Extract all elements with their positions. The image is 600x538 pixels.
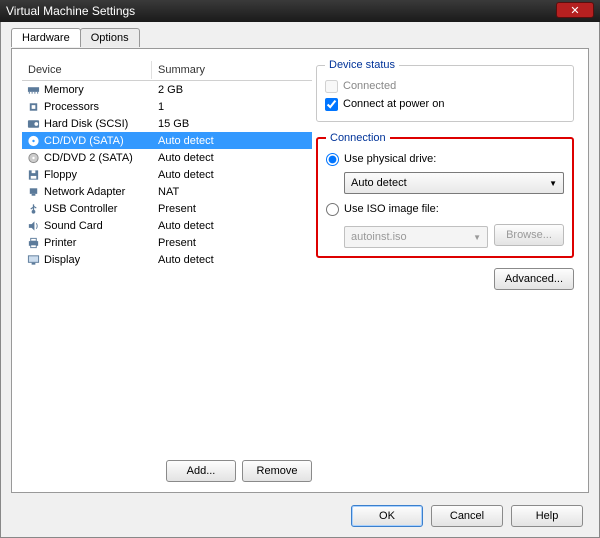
cancel-button[interactable]: Cancel (431, 505, 503, 527)
display-icon (26, 254, 40, 266)
usb-icon (26, 203, 40, 215)
cpu-icon (26, 101, 40, 113)
printer-icon (26, 237, 40, 249)
device-row[interactable]: CD/DVD 2 (SATA) Auto detect (22, 149, 312, 166)
client-area: Hardware Options Device Summary Memory 2 … (0, 22, 600, 538)
close-icon: ✕ (570, 4, 579, 17)
physical-drive-dropdown[interactable]: Auto detect ▼ (344, 172, 564, 194)
remove-button[interactable]: Remove (242, 460, 312, 482)
iso-radio[interactable] (326, 203, 339, 216)
device-row[interactable]: Sound Card Auto detect (22, 217, 312, 234)
connected-checkbox (325, 80, 338, 93)
device-row[interactable]: Processors 1 (22, 98, 312, 115)
close-button[interactable]: ✕ (556, 2, 594, 18)
device-summary: Auto detect (152, 220, 312, 232)
device-row[interactable]: Network Adapter NAT (22, 183, 312, 200)
device-summary: Present (152, 203, 312, 215)
device-status-group: Device status Connected Connect at power… (316, 59, 574, 122)
device-summary: Auto detect (152, 152, 312, 164)
window-title: Virtual Machine Settings (6, 4, 135, 18)
help-button[interactable]: Help (511, 505, 583, 527)
device-row[interactable]: CD/DVD (SATA) Auto detect (22, 132, 312, 149)
device-summary: 1 (152, 101, 312, 113)
device-summary: Present (152, 237, 312, 249)
tabstrip: Hardware Options (11, 28, 599, 47)
ok-button[interactable]: OK (351, 505, 423, 527)
physical-drive-row[interactable]: Use physical drive: (326, 150, 564, 168)
device-row[interactable]: Memory 2 GB (22, 81, 312, 98)
dialog-buttons: OK Cancel Help (351, 505, 583, 527)
device-detail-panel: Device status Connected Connect at power… (312, 59, 578, 482)
physical-drive-value: Auto detect (351, 177, 407, 189)
device-summary: Auto detect (152, 254, 312, 266)
connected-row[interactable]: Connected (325, 77, 565, 95)
browse-button: Browse... (494, 224, 564, 246)
col-summary[interactable]: Summary (152, 61, 312, 79)
chevron-down-icon: ▼ (473, 233, 481, 242)
poweron-label: Connect at power on (343, 98, 445, 110)
memory-icon (26, 84, 40, 96)
device-name: CD/DVD 2 (SATA) (44, 152, 133, 164)
device-summary: Auto detect (152, 169, 312, 181)
device-name: Memory (44, 84, 84, 96)
net-icon (26, 186, 40, 198)
device-row[interactable]: Printer Present (22, 234, 312, 251)
physical-drive-label: Use physical drive: (344, 153, 436, 165)
hdd-icon (26, 118, 40, 130)
device-name: Sound Card (44, 220, 103, 232)
device-name: Network Adapter (44, 186, 125, 198)
device-list-panel: Device Summary Memory 2 GB Processors 1 Hard… (22, 59, 312, 482)
iso-path-value: autoinst.iso (351, 231, 407, 243)
device-row[interactable]: Display Auto detect (22, 251, 312, 268)
poweron-checkbox[interactable] (325, 98, 338, 111)
titlebar[interactable]: Virtual Machine Settings ✕ (0, 0, 600, 22)
device-name: Floppy (44, 169, 77, 181)
advanced-button[interactable]: Advanced... (494, 268, 574, 290)
poweron-row[interactable]: Connect at power on (325, 95, 565, 113)
device-name: Hard Disk (SCSI) (44, 118, 128, 130)
device-name: Display (44, 254, 80, 266)
list-header: Device Summary (22, 59, 312, 81)
device-row[interactable]: Hard Disk (SCSI) 15 GB (22, 115, 312, 132)
tab-hardware[interactable]: Hardware (11, 28, 81, 47)
device-name: USB Controller (44, 203, 117, 215)
device-name: Processors (44, 101, 99, 113)
device-summary: 15 GB (152, 118, 312, 130)
physical-drive-radio[interactable] (326, 153, 339, 166)
left-button-row: Add... Remove (22, 454, 312, 482)
connected-label: Connected (343, 80, 396, 92)
iso-label: Use ISO image file: (344, 203, 439, 215)
tab-options[interactable]: Options (80, 28, 140, 47)
iso-row[interactable]: Use ISO image file: (326, 200, 564, 218)
cd-icon (26, 135, 40, 147)
cd-icon (26, 152, 40, 164)
device-list[interactable]: Memory 2 GB Processors 1 Hard Disk (SCSI) 15 … (22, 81, 312, 454)
device-summary: Auto detect (152, 135, 312, 147)
connection-group: Connection Use physical drive: Auto dete… (316, 132, 574, 258)
sound-icon (26, 220, 40, 232)
settings-window: Virtual Machine Settings ✕ Hardware Opti… (0, 0, 600, 538)
col-device[interactable]: Device (22, 61, 152, 79)
add-button[interactable]: Add... (166, 460, 236, 482)
device-row[interactable]: Floppy Auto detect (22, 166, 312, 183)
connection-legend: Connection (326, 132, 390, 144)
floppy-icon (26, 169, 40, 181)
device-name: CD/DVD (SATA) (44, 135, 124, 147)
device-status-legend: Device status (325, 59, 399, 71)
device-summary: NAT (152, 186, 312, 198)
iso-path-dropdown: autoinst.iso ▼ (344, 226, 488, 248)
device-summary: 2 GB (152, 84, 312, 96)
device-row[interactable]: USB Controller Present (22, 200, 312, 217)
device-name: Printer (44, 237, 76, 249)
tabpanel-hardware: Device Summary Memory 2 GB Processors 1 Hard… (11, 48, 589, 493)
chevron-down-icon: ▼ (549, 179, 557, 188)
